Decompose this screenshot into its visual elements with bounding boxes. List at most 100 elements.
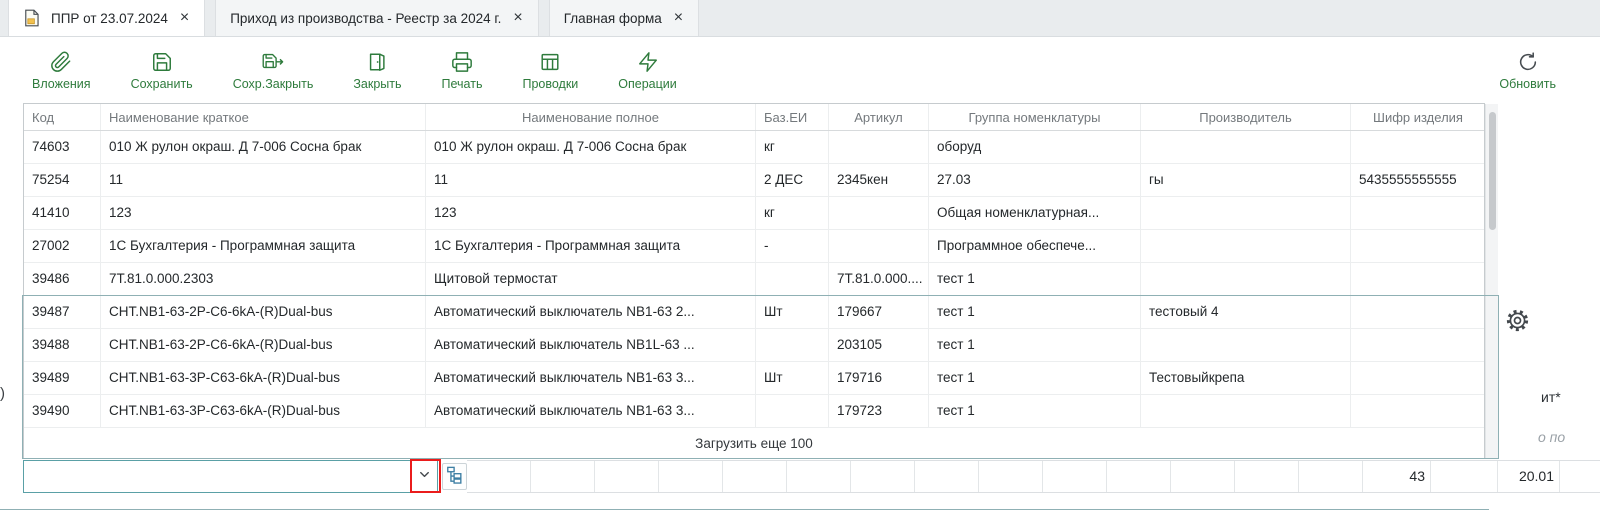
table-cell: гы xyxy=(1141,164,1351,196)
table-cell: Общая номенклатурная... xyxy=(929,197,1141,229)
scrollbar-thumb[interactable] xyxy=(1489,112,1496,230)
save-button[interactable]: Сохранить xyxy=(131,51,193,91)
postings-button[interactable]: Проводки xyxy=(522,51,578,91)
table-cell: тест 1 xyxy=(929,263,1141,295)
column-header[interactable]: Шифр изделия xyxy=(1351,104,1484,130)
close-button[interactable]: Закрыть xyxy=(353,51,401,91)
table-cell xyxy=(756,395,829,427)
door-icon xyxy=(366,51,388,73)
table-cell: 75254 xyxy=(24,164,101,196)
table-cell: 179667 xyxy=(829,296,929,328)
table-cell xyxy=(1351,197,1484,229)
form-cell xyxy=(723,461,787,492)
table-row[interactable]: 394867Т.81.0.000.2303Щитовой термостат7Т… xyxy=(24,263,1484,296)
form-cell xyxy=(1431,461,1498,492)
refresh-icon xyxy=(1517,51,1539,73)
table-cell: 179723 xyxy=(829,395,929,427)
tab-glavnaya-forma[interactable]: Главная форма × xyxy=(549,0,699,36)
table-cell: 27.03 xyxy=(929,164,1141,196)
save-label: Сохранить xyxy=(131,77,193,91)
table-cell: 203105 xyxy=(829,329,929,361)
journal-grid-icon xyxy=(539,51,561,73)
postings-label: Проводки xyxy=(522,77,578,91)
column-header[interactable]: Наименование краткое xyxy=(101,104,426,130)
table-row[interactable]: 7525411112 ДЕС2345кен27.03гы543555555555… xyxy=(24,164,1484,197)
table-cell: тест 1 xyxy=(929,395,1141,427)
table-row[interactable]: 39487CHT.NB1-63-2P-C6-6kA-(R)Dual-busАвт… xyxy=(24,296,1484,329)
column-header[interactable]: Код xyxy=(24,104,101,130)
table-cell: 39490 xyxy=(24,395,101,427)
table-cell: 39486 xyxy=(24,263,101,295)
partial-left-glyph: ) xyxy=(0,385,5,402)
tab-ppr[interactable]: ППР от 23.07.2024 × xyxy=(8,0,205,36)
table-cell: тестовый 4 xyxy=(1141,296,1351,328)
table-cell xyxy=(1141,230,1351,262)
save-close-icon xyxy=(262,51,284,73)
data-grid: КодНаименование краткоеНаименование полн… xyxy=(23,103,1485,459)
tab-close-icon[interactable]: × xyxy=(179,10,190,26)
table-cell: 39487 xyxy=(24,296,101,328)
save-close-button[interactable]: Сохр.Закрыть xyxy=(233,51,314,91)
settings-button[interactable] xyxy=(1505,308,1530,333)
form-cell xyxy=(1235,461,1299,492)
column-header[interactable]: Артикул xyxy=(829,104,929,130)
gear-icon xyxy=(1505,320,1530,337)
table-cell: Программное обеспече... xyxy=(929,230,1141,262)
table-row[interactable]: 39488CHT.NB1-63-2P-C6-6kA-(R)Dual-busАвт… xyxy=(24,329,1484,362)
lightning-icon xyxy=(637,51,659,73)
column-header[interactable]: Баз.ЕИ xyxy=(756,104,829,130)
table-cell: 179716 xyxy=(829,362,929,394)
grid-body: 74603010 Ж рулон окраш. Д 7-006 Сосна бр… xyxy=(24,131,1484,428)
load-more-button[interactable]: Загрузить еще 100 xyxy=(24,428,1484,458)
table-row[interactable]: 41410123123кгОбщая номенклатурная... xyxy=(24,197,1484,230)
form-cell xyxy=(851,461,915,492)
toolbar: Вложения Сохранить Сохр.Закрыть Закрыть … xyxy=(0,38,1600,104)
print-button[interactable]: Печать xyxy=(442,51,483,91)
combo-box[interactable] xyxy=(23,460,438,493)
tab-close-icon[interactable]: × xyxy=(673,10,684,26)
table-cell xyxy=(1351,329,1484,361)
column-header[interactable]: Группа номенклатуры xyxy=(929,104,1141,130)
tab-prihod-reestr[interactable]: Приход из производства - Реестр за 2024 … xyxy=(215,0,539,36)
table-row[interactable]: 270021С Бухгалтерия - Программная защита… xyxy=(24,230,1484,263)
table-cell xyxy=(1351,131,1484,163)
table-row[interactable]: 39490CHT.NB1-63-3P-C63-6kA-(R)Dual-busАв… xyxy=(24,395,1484,428)
table-cell: Автоматический выключатель NB1-63 3... xyxy=(426,362,756,394)
table-cell: 74603 xyxy=(24,131,101,163)
count-cell: 43 xyxy=(1363,461,1431,492)
table-cell: 39488 xyxy=(24,329,101,361)
table-cell: оборуд xyxy=(929,131,1141,163)
column-header[interactable]: Производитель xyxy=(1141,104,1351,130)
table-cell xyxy=(1351,296,1484,328)
form-cell xyxy=(787,461,851,492)
operations-label: Операции xyxy=(618,77,676,91)
table-row[interactable]: 39489CHT.NB1-63-3P-C63-6kA-(R)Dual-busАв… xyxy=(24,362,1484,395)
refresh-button[interactable]: Обновить xyxy=(1499,51,1556,91)
table-cell: CHT.NB1-63-3P-C63-6kA-(R)Dual-bus xyxy=(101,362,426,394)
combo-input[interactable] xyxy=(24,461,412,492)
tab-label: Главная форма xyxy=(564,11,662,26)
table-cell: Шт xyxy=(756,362,829,394)
table-cell: Автоматический выключатель NB1L-63 ... xyxy=(426,329,756,361)
table-row[interactable]: 74603010 Ж рулон окраш. Д 7-006 Сосна бр… xyxy=(24,131,1484,164)
table-cell: 1С Бухгалтерия - Программная защита xyxy=(426,230,756,262)
attachments-label: Вложения xyxy=(32,77,91,91)
form-bottom-border xyxy=(0,509,1489,510)
table-cell xyxy=(829,197,929,229)
amount-cell: 20.01 xyxy=(1498,461,1560,492)
attachments-button[interactable]: Вложения xyxy=(32,51,91,91)
open-list-button[interactable] xyxy=(442,463,467,490)
table-cell: Тестовыйкрепа xyxy=(1141,362,1351,394)
vertical-scrollbar xyxy=(1485,104,1498,458)
table-cell xyxy=(829,131,929,163)
partial-placeholder-text: о по xyxy=(1538,429,1565,445)
table-cell xyxy=(1141,263,1351,295)
operations-button[interactable]: Операции xyxy=(618,51,676,91)
tab-close-icon[interactable]: × xyxy=(512,10,523,26)
document-icon xyxy=(23,9,40,27)
column-header[interactable]: Наименование полное xyxy=(426,104,756,130)
form-cell xyxy=(531,461,595,492)
combo-dropdown-button[interactable] xyxy=(412,461,437,492)
tab-label: Приход из производства - Реестр за 2024 … xyxy=(230,11,501,26)
form-cell xyxy=(1560,461,1600,492)
